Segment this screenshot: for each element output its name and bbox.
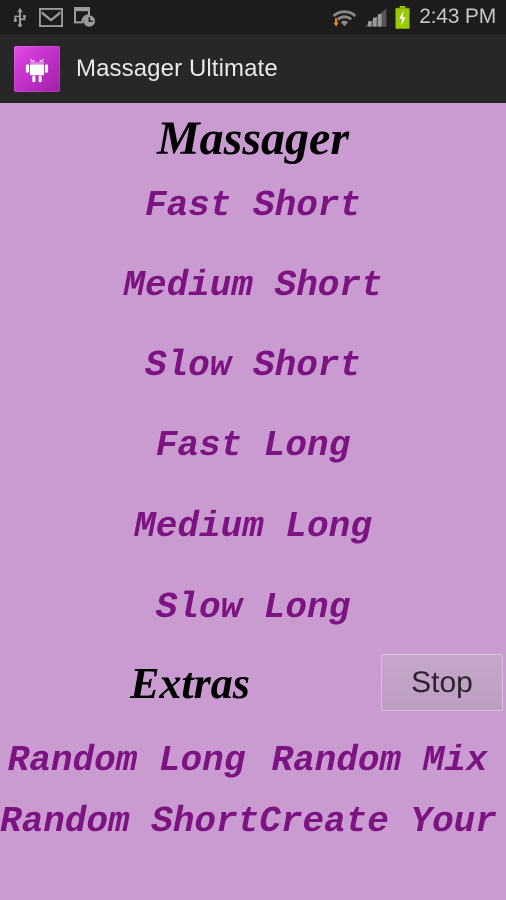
menu-item-random-short[interactable]: Random Short [0,801,259,842]
status-bar-clock: 2:43 PM [419,5,496,28]
gmail-icon [39,7,63,27]
stop-button[interactable]: Stop [381,654,503,711]
page-title: Massager [156,112,350,165]
battery-charging-icon [395,5,410,29]
extras-grid-row-2: Random Short Create Your Own [0,801,506,842]
main-content: Massager Fast Short Medium Short Slow Sh… [0,103,506,900]
status-bar-right-icons: 2:43 PM [332,5,496,29]
device-clock-icon [74,6,97,28]
usb-icon [12,7,28,27]
extras-section-title: Extras [130,659,250,708]
signal-bars-icon [364,7,388,28]
extras-grid-row-1: Random Long Random Mix [0,740,506,781]
menu-item-medium-long[interactable]: Medium Long [0,506,506,547]
status-bar-left-icons [12,6,97,28]
menu-item-create-your-own[interactable]: Create Your Own [259,801,506,842]
menu-item-random-long[interactable]: Random Long [0,740,253,781]
extras-row: Extras Stop [0,648,506,720]
app-title-bar: Massager Ultimate [0,34,506,103]
android-robot-icon [14,45,60,92]
menu-item-random-mix[interactable]: Random Mix [253,740,506,781]
menu-item-slow-long[interactable]: Slow Long [0,587,506,628]
menu-item-medium-short[interactable]: Medium Short [0,265,506,306]
app-title: Massager Ultimate [76,54,278,82]
menu-item-fast-long[interactable]: Fast Long [0,425,506,466]
phone-screen: 2:43 PM Massager Ultimate Massager Fast … [0,0,506,900]
wifi-download-icon [332,6,357,28]
status-bar: 2:43 PM [0,0,506,34]
menu-item-fast-short[interactable]: Fast Short [0,185,506,226]
menu-item-slow-short[interactable]: Slow Short [0,345,506,386]
